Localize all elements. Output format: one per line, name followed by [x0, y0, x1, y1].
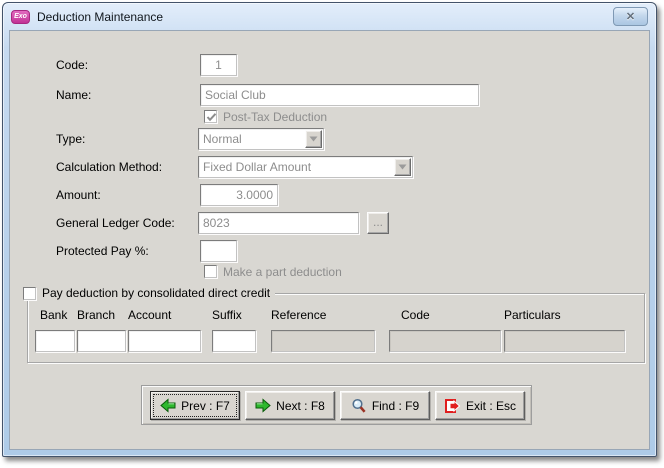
suffix-field[interactable] [212, 330, 256, 352]
find-button-label: Find : F9 [372, 399, 419, 413]
navigation-button-panel: Prev : F7 Next : F8 Find : F9 [141, 385, 532, 425]
reference-field [271, 330, 375, 352]
part-deduction-label: Make a part deduction [223, 261, 342, 283]
type-value: Normal [203, 132, 242, 146]
titlebar: Exo Deduction Maintenance ✕ [3, 3, 656, 30]
code-label: Code: [56, 54, 88, 76]
chevron-down-icon [309, 136, 318, 142]
deduction-maintenance-window: Exo Deduction Maintenance ✕ Code: 1 Name… [2, 2, 657, 457]
exit-button-label: Exit : Esc [466, 399, 516, 413]
dialog-body: Code: 1 Name: Social Club Post-Tax Deduc… [9, 30, 650, 450]
type-label: Type: [56, 128, 85, 150]
prev-button-label: Prev : F7 [181, 399, 230, 413]
part-deduction-checkbox [204, 265, 217, 278]
post-tax-checkbox [204, 110, 217, 123]
branch-field[interactable] [77, 330, 126, 352]
exo-app-icon: Exo [11, 10, 30, 24]
direct-credit-checkbox[interactable] [23, 287, 36, 300]
direct-credit-label: Pay deduction by consolidated direct cre… [42, 285, 270, 301]
code-column-header: Code [401, 308, 430, 322]
calculation-method-value: Fixed Dollar Amount [203, 160, 311, 174]
amount-field: 3.0000 [200, 184, 278, 206]
chevron-down-icon [398, 164, 407, 170]
particulars-column-header: Particulars [504, 308, 561, 322]
post-tax-label: Post-Tax Deduction [223, 106, 327, 128]
bank-field[interactable] [35, 330, 75, 352]
arrow-right-icon [255, 398, 271, 413]
account-field[interactable] [128, 330, 201, 352]
code-field-dc [389, 330, 501, 352]
code-field: 1 [200, 54, 237, 76]
particulars-field [504, 330, 625, 352]
name-field: Social Club [200, 84, 479, 106]
direct-credit-groupbox: Pay deduction by consolidated direct cre… [27, 293, 645, 363]
direct-credit-caption: Pay deduction by consolidated direct cre… [18, 285, 275, 301]
exit-icon [444, 398, 461, 414]
amount-label: Amount: [56, 184, 101, 206]
window-title: Deduction Maintenance [37, 10, 606, 24]
exit-button[interactable]: Exit : Esc [435, 391, 525, 420]
protected-pay-field[interactable] [200, 240, 237, 262]
general-ledger-code-label: General Ledger Code: [56, 212, 175, 234]
gl-code-browse-button: ... [367, 212, 389, 234]
find-button[interactable]: Find : F9 [340, 391, 430, 420]
suffix-column-header: Suffix [212, 308, 242, 322]
account-column-header: Account [128, 308, 171, 322]
arrow-left-icon [160, 398, 176, 413]
reference-column-header: Reference [271, 308, 326, 322]
protected-pay-label: Protected Pay %: [56, 240, 149, 262]
calculation-method-dropdown: Fixed Dollar Amount [198, 156, 413, 178]
bank-column-header: Bank [40, 308, 67, 322]
branch-column-header: Branch [77, 308, 115, 322]
check-icon [205, 111, 218, 124]
next-button[interactable]: Next : F8 [245, 391, 335, 420]
type-dropdown: Normal [198, 128, 324, 150]
close-button[interactable]: ✕ [613, 7, 648, 26]
magnifier-icon [351, 398, 367, 414]
name-label: Name: [56, 84, 91, 106]
calculation-method-label: Calculation Method: [56, 156, 162, 178]
general-ledger-code-field: 8023 [198, 212, 359, 234]
type-dropdown-arrow [305, 130, 322, 148]
next-button-label: Next : F8 [276, 399, 325, 413]
calculation-method-dropdown-arrow [394, 158, 411, 176]
prev-button[interactable]: Prev : F7 [150, 391, 240, 420]
